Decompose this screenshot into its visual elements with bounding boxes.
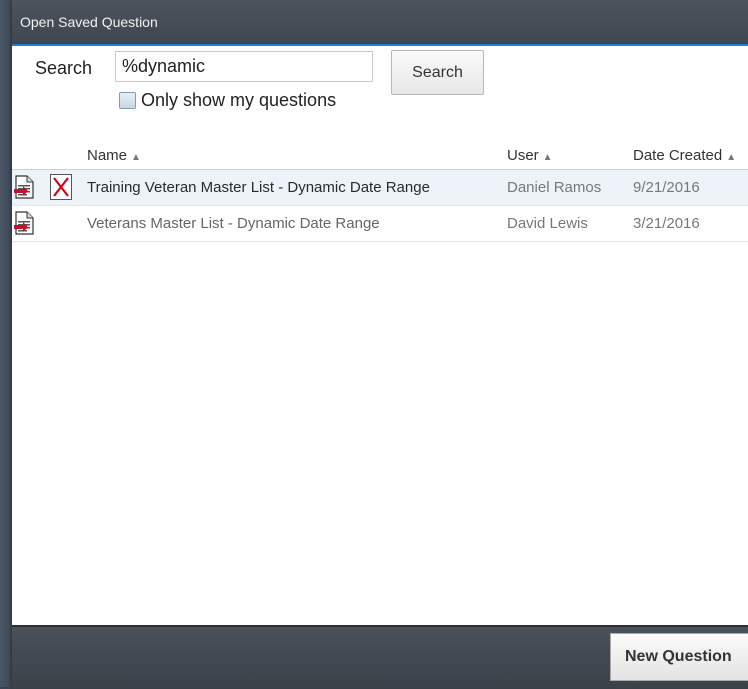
dialog-title: Open Saved Question bbox=[20, 14, 158, 30]
row-date: 3/21/2016 bbox=[633, 215, 700, 232]
open-saved-question-dialog: Open Saved Question Search Search Only s… bbox=[12, 0, 748, 689]
table-row[interactable]: Training Veteran Master List - Dynamic D… bbox=[12, 170, 748, 206]
only-mine-checkbox-row[interactable]: Only show my questions bbox=[119, 90, 336, 111]
table-header: Name ▲ User ▲ Date Created ▲ bbox=[12, 140, 748, 170]
dialog-footer: New Question bbox=[12, 625, 748, 689]
dialog-titlebar[interactable]: Open Saved Question bbox=[12, 0, 748, 46]
only-mine-label: Only show my questions bbox=[141, 90, 337, 110]
table-row[interactable]: Veterans Master List - Dynamic Date Rang… bbox=[12, 206, 748, 242]
sort-ascending-icon: ▲ bbox=[726, 152, 737, 163]
column-header-name[interactable]: Name ▲ bbox=[87, 147, 141, 164]
document-open-icon[interactable] bbox=[14, 175, 36, 204]
row-user: Daniel Ramos bbox=[507, 179, 602, 196]
only-mine-checkbox[interactable] bbox=[119, 92, 136, 109]
delete-x-icon[interactable] bbox=[50, 174, 72, 205]
search-label: Search bbox=[35, 58, 93, 78]
column-header-name-label: Name bbox=[87, 147, 128, 164]
document-open-icon[interactable] bbox=[14, 211, 36, 240]
row-name: Training Veteran Master List - Dynamic D… bbox=[87, 179, 430, 196]
new-question-button[interactable]: New Question bbox=[610, 633, 748, 681]
column-header-user[interactable]: User ▲ bbox=[507, 147, 553, 164]
search-button[interactable]: Search bbox=[391, 50, 484, 95]
sort-ascending-icon: ▲ bbox=[131, 152, 141, 163]
sort-ascending-icon: ▲ bbox=[542, 152, 553, 163]
column-header-user-label: User bbox=[507, 147, 539, 164]
column-header-date-created[interactable]: Date Created ▲ bbox=[633, 147, 736, 164]
row-user: David Lewis bbox=[507, 215, 588, 232]
search-input[interactable] bbox=[115, 51, 373, 82]
row-date: 9/21/2016 bbox=[633, 179, 700, 196]
row-name: Veterans Master List - Dynamic Date Rang… bbox=[87, 215, 380, 232]
column-header-date-label: Date Created bbox=[633, 147, 723, 164]
